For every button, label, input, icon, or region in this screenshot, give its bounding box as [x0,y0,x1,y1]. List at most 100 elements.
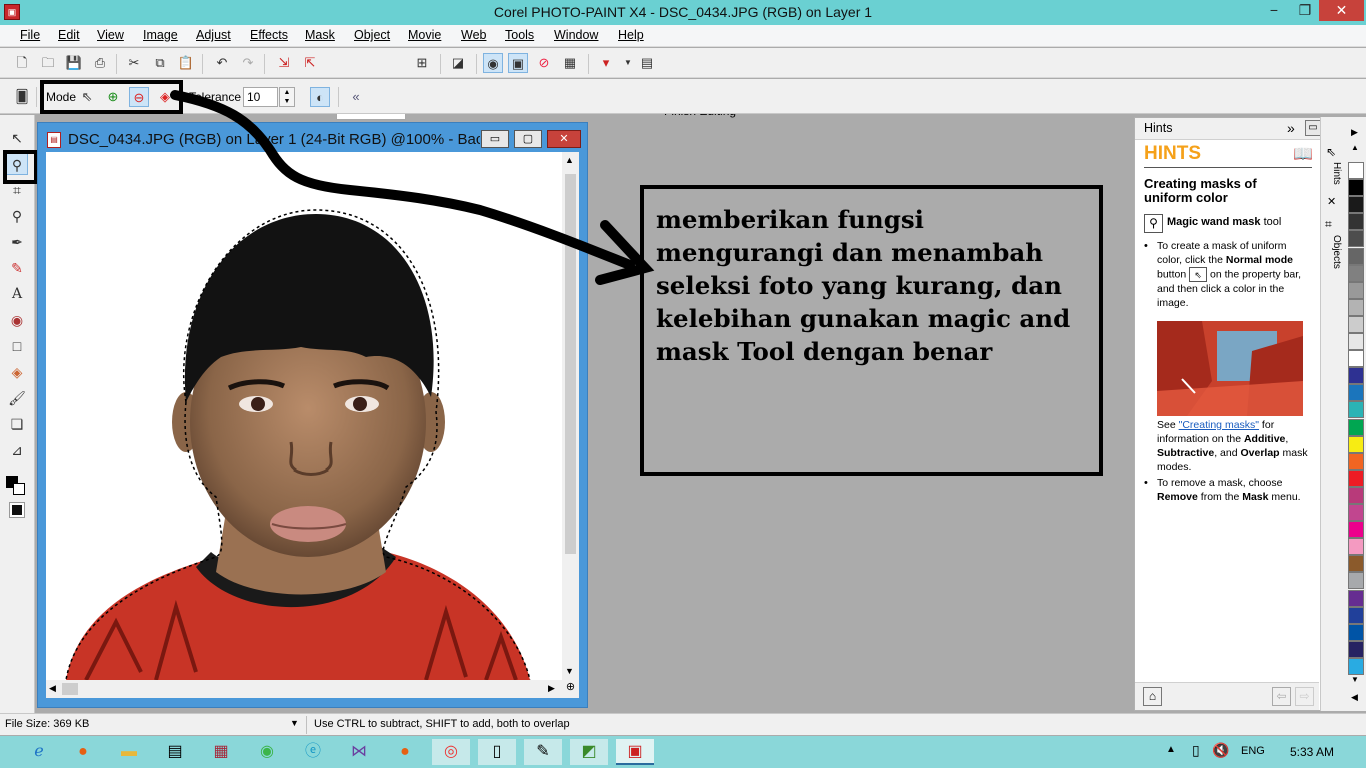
color-swatch[interactable] [1348,486,1364,504]
docker-minimize-button[interactable]: ▭ [1305,120,1321,136]
color-swatch[interactable] [1348,333,1364,350]
play-left-icon[interactable]: ◀ [1351,692,1358,703]
color-swatch[interactable] [1348,657,1364,675]
back-arrow-icon[interactable]: ⇦ [1272,687,1291,706]
forward-arrow-icon[interactable]: ⇨ [1295,687,1314,706]
docker-tabs: ⇖ Hints ✕ ⌗ Objects [1320,117,1346,711]
color-swatch[interactable] [1348,555,1364,573]
chevron-up-icon[interactable]: ▲ [1166,744,1176,755]
color-swatch[interactable] [1348,606,1364,624]
color-swatch[interactable] [1348,384,1364,402]
control-panel-icon[interactable]: ▤ [156,739,194,765]
separator [306,716,307,734]
magic-wand-icon: ⚲ [1144,214,1163,233]
color-swatch[interactable] [1348,401,1364,419]
color-swatch[interactable] [1348,213,1364,231]
color-swatch[interactable] [1348,179,1364,197]
file-explorer-icon[interactable]: ▬ [110,739,148,765]
tab-objects[interactable]: Objects [1324,235,1342,279]
winrar-icon[interactable]: ▦ [202,739,240,765]
color-swatch[interactable] [1348,538,1364,556]
hint-bullet-2-b: from the [1197,491,1243,503]
visual-studio-icon[interactable]: ⋈ [340,739,378,765]
double-chevron-right-icon[interactable]: » [1287,120,1295,136]
firefox-icon[interactable]: ● [64,739,102,765]
battery-icon[interactable]: ▯ [1192,742,1200,759]
corel-photo-paint-taskbar-icon[interactable]: ▣ [616,739,654,765]
hint-bullet-2-a: To remove a mask, choose [1157,477,1283,489]
overlap-text: Overlap [1240,447,1280,459]
edge-app-icon[interactable]: ⓔ [294,739,332,765]
hints-header: Hints » ▭ ✕ [1135,118,1345,140]
and-text: , and [1214,447,1241,459]
book-icon[interactable]: 📖 [1293,144,1313,164]
color-swatch[interactable] [1348,572,1364,590]
tool-name-line: Magic wand mask tool [1167,216,1281,228]
status-bar: File Size: 369 KB ▼ Use CTRL to subtract… [0,713,1366,735]
taskbar: ℯ ● ▬ ▤ ▦ ◉ ⓔ ⋈ ● ◎ ▯ ✎ ◩ ▣ ▲ ▯ 🔇 ENG 5:… [0,736,1366,768]
color-swatch[interactable] [1348,367,1364,385]
chevron-down-icon[interactable]: ▼ [290,718,299,728]
color-swatch[interactable] [1348,230,1364,248]
color-swatch[interactable] [1348,264,1364,282]
language-indicator[interactable]: ENG [1241,745,1265,757]
color-swatch[interactable] [1348,298,1364,316]
color-swatch[interactable] [1348,452,1364,470]
volume-muted-icon[interactable]: 🔇 [1212,742,1229,759]
color-swatch[interactable] [1348,435,1364,453]
mask-text: Mask [1242,491,1269,503]
photo-app-icon[interactable]: ◩ [570,739,608,765]
objects-tab-icon[interactable]: ⌗ [1325,217,1332,232]
hints-subheading: Creating masks of uniform color [1144,176,1257,205]
color-swatch[interactable] [1348,281,1364,299]
firefox-2-icon[interactable]: ● [386,739,424,765]
chevron-down-icon[interactable]: ▼ [1351,675,1359,684]
hint-bullet-2-c: menu. [1268,491,1301,503]
bullet-icon: • [1144,477,1148,489]
paint-app-icon[interactable]: ✎ [524,739,562,765]
hint-example-image [1157,321,1303,416]
color-swatch[interactable] [1348,623,1364,641]
chrome-icon[interactable]: ◎ [432,739,470,765]
bullet-icon: • [1144,240,1148,252]
color-swatch[interactable] [1348,418,1364,436]
tool-name: Magic wand mask [1167,216,1261,228]
color-swatch[interactable] [1348,247,1364,265]
color-swatch[interactable] [1348,162,1364,179]
ie-icon[interactable]: ℯ [20,739,58,765]
hint-see-text: See "Creating masks" for information on … [1157,418,1317,474]
play-icon[interactable]: ▶ [1351,127,1358,138]
normal-mode-icon: ⇖ [1189,267,1208,282]
color-swatch[interactable] [1348,469,1364,487]
see-text: See [1157,419,1179,431]
wifi-app-icon[interactable]: ◉ [248,739,286,765]
additive-text: Additive [1243,433,1286,445]
notepad-icon[interactable]: ▯ [478,739,516,765]
hints-docker: Hints » ▭ ✕ HINTS 📖 Creating masks of un… [1134,117,1346,711]
chevron-up-icon[interactable]: ▲ [1351,143,1359,152]
normal-mode-text: Normal mode [1225,254,1293,266]
tool-suffix: tool [1260,216,1282,228]
file-size-text: File Size: 369 KB [5,718,90,730]
color-swatch[interactable] [1348,350,1364,368]
tab-hints[interactable]: Hints [1324,162,1342,192]
divider [1144,167,1312,168]
color-swatch[interactable] [1348,196,1364,214]
hints-tab-icon[interactable]: ⇖ [1326,145,1336,159]
remove-text: Remove [1157,491,1198,503]
hints-footer: ⌂ ⇦ ⇨ [1135,682,1319,710]
comma-text: , [1285,433,1289,445]
color-swatch[interactable] [1348,521,1364,539]
color-swatch[interactable] [1348,640,1364,658]
hints-heading: HINTS [1144,143,1201,164]
color-swatch[interactable] [1348,504,1364,521]
clock[interactable]: 5:33 AM [1290,745,1334,759]
hint-bullet-2: To remove a mask, choose Remove from the… [1157,476,1317,504]
color-palette: ▶ ▲ ▼ ◀ [1346,117,1366,711]
status-hint-text: Use CTRL to subtract, SHIFT to add, both… [314,718,570,730]
home-icon[interactable]: ⌂ [1143,687,1162,706]
close-icon[interactable]: ✕ [1327,195,1336,208]
color-swatch[interactable] [1348,315,1364,333]
color-swatch[interactable] [1348,589,1364,607]
creating-masks-link[interactable]: "Creating masks" [1179,419,1259,431]
